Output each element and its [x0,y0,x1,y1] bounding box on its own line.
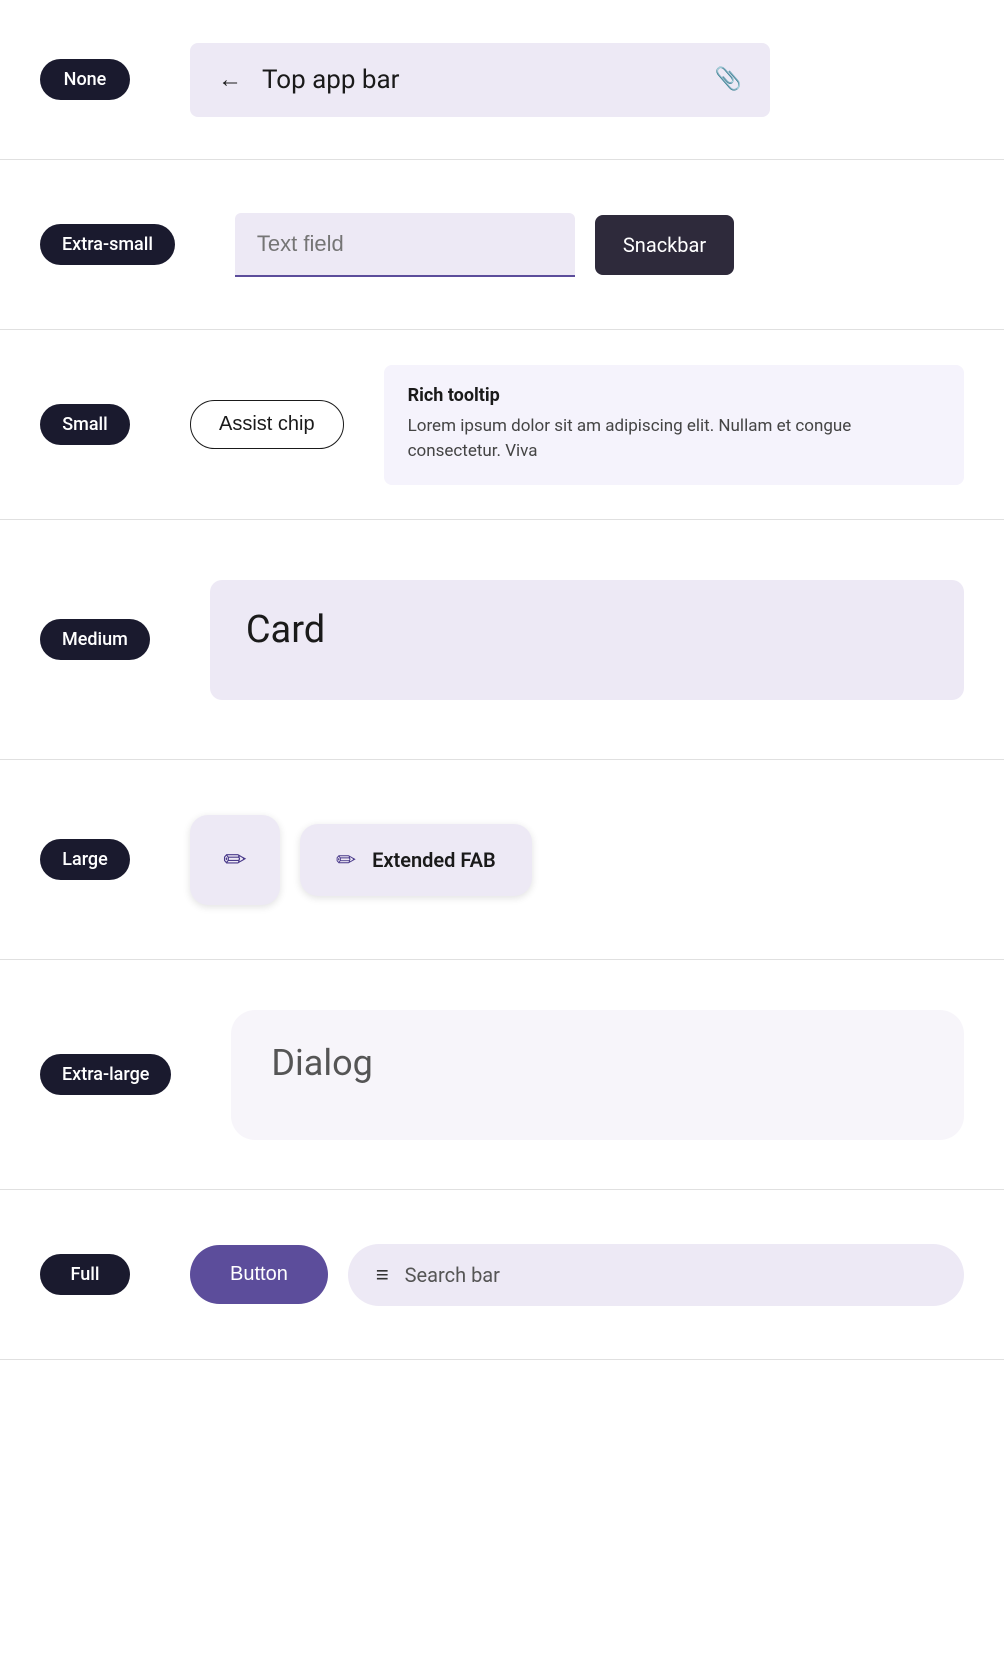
attach-icon[interactable]: 📎 [715,67,742,92]
badge-large: Large [40,839,130,880]
content-none: ← Top app bar 📎 [190,43,964,117]
badge-extra-large: Extra-large [40,1054,171,1095]
content-extra-large: Dialog [231,1010,964,1140]
content-large: ✏ ✏ Extended FAB [190,815,964,905]
row-small: Small Assist chip Rich tooltip Lorem ips… [0,330,1004,520]
text-field-input[interactable] [235,213,575,277]
extended-fab-label: Extended FAB [372,848,496,872]
badge-small: Small [40,404,130,445]
extended-fab-button[interactable]: ✏ Extended FAB [300,824,532,896]
content-small: Assist chip Rich tooltip Lorem ipsum dol… [190,365,964,485]
badge-none: None [40,59,130,100]
search-bar[interactable]: ≡ Search bar [348,1244,964,1306]
dialog[interactable]: Dialog [231,1010,964,1140]
row-extra-small: Extra-small Snackbar [0,160,1004,330]
card-title: Card [246,608,325,652]
card[interactable]: Card [210,580,964,700]
fab-button[interactable]: ✏ [190,815,280,905]
dialog-title: Dialog [271,1042,372,1084]
rich-tooltip: Rich tooltip Lorem ipsum dolor sit am ad… [384,365,964,485]
row-medium: Medium Card [0,520,1004,760]
filled-button[interactable]: Button [190,1245,328,1304]
row-none: None ← Top app bar 📎 [0,0,1004,160]
content-medium: Card [210,580,964,700]
badge-full: Full [40,1254,130,1295]
row-extra-large: Extra-large Dialog [0,960,1004,1190]
rich-tooltip-body: Lorem ipsum dolor sit am adipiscing elit… [408,414,940,465]
content-extra-small: Snackbar [235,213,964,277]
row-large: Large ✏ ✏ Extended FAB [0,760,1004,960]
fab-pencil-icon: ✏ [223,843,246,876]
menu-icon[interactable]: ≡ [376,1262,389,1288]
rich-tooltip-title: Rich tooltip [408,385,940,406]
top-app-bar-title: Top app bar [262,65,695,95]
row-full: Full Button ≡ Search bar [0,1190,1004,1360]
extended-fab-pencil-icon: ✏ [336,846,356,874]
badge-medium: Medium [40,619,150,660]
snackbar: Snackbar [595,215,734,275]
back-icon[interactable]: ← [218,65,242,94]
content-full: Button ≡ Search bar [190,1244,964,1306]
assist-chip-button[interactable]: Assist chip [190,400,344,449]
top-app-bar: ← Top app bar 📎 [190,43,770,117]
search-bar-placeholder: Search bar [405,1263,500,1287]
badge-extra-small: Extra-small [40,224,175,265]
